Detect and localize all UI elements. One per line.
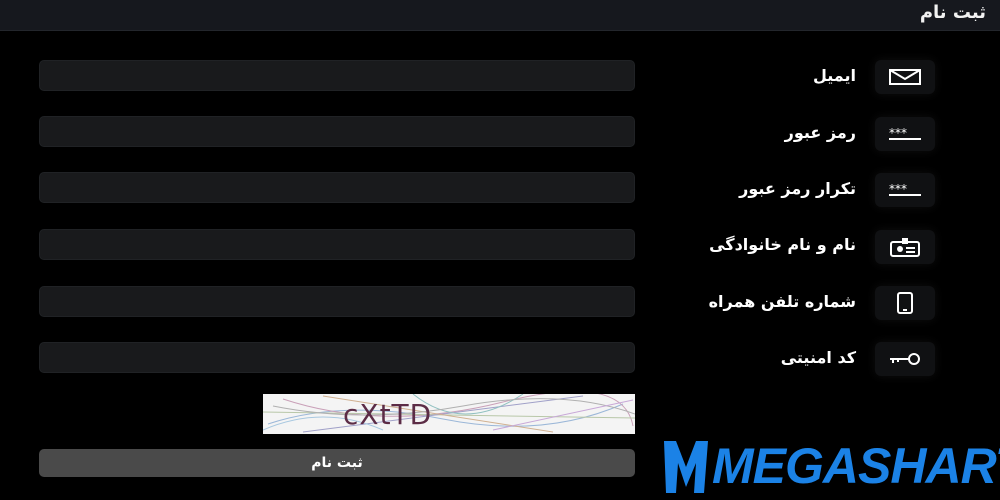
envelope-icon bbox=[875, 60, 935, 94]
password-label: رمز عبور bbox=[784, 123, 856, 142]
register-submit-button[interactable]: ثبت نام bbox=[39, 449, 635, 477]
mobile-phone-icon bbox=[875, 286, 935, 320]
email-field[interactable] bbox=[39, 60, 635, 91]
password-dots-icon: *** bbox=[875, 173, 935, 207]
confirm-password-label: تکرار رمز عبور bbox=[739, 179, 856, 198]
captcha-image: cXtTD bbox=[263, 394, 635, 434]
megashart-logo-mark bbox=[664, 441, 708, 493]
header-bar: ثبت نام bbox=[0, 0, 1000, 31]
password-dots-icon: *** bbox=[875, 117, 935, 151]
email-label: ایمیل bbox=[812, 66, 856, 85]
password-field[interactable] bbox=[39, 116, 635, 147]
page-title: ثبت نام bbox=[919, 2, 986, 23]
security-code-label: کد امنیتی bbox=[780, 348, 856, 367]
confirm-password-field[interactable] bbox=[39, 172, 635, 203]
megashart-logo-text: MEGASHART bbox=[712, 438, 1000, 494]
security-code-field[interactable] bbox=[39, 342, 635, 373]
captcha-text: cXtTD bbox=[343, 398, 433, 431]
mobile-number-field[interactable] bbox=[39, 286, 635, 317]
megashart-logo: MEGASHART bbox=[660, 437, 1000, 497]
mobile-number-label: شماره تلفن همراه bbox=[708, 292, 856, 311]
key-icon bbox=[875, 342, 935, 376]
full-name-field[interactable] bbox=[39, 229, 635, 260]
full-name-label: نام و نام خانوادگی bbox=[709, 235, 856, 254]
id-card-icon bbox=[875, 230, 935, 264]
